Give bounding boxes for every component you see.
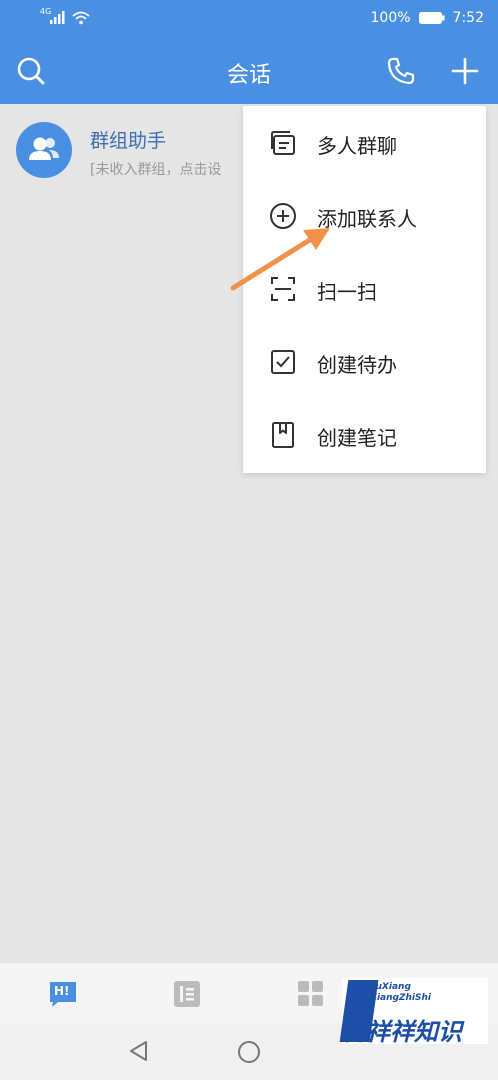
tab-apps[interactable] xyxy=(297,979,325,1013)
apps-grid-icon xyxy=(298,981,323,1006)
group-users-icon xyxy=(29,137,59,160)
menu-item-group-chat[interactable]: 多人群聊 xyxy=(243,106,486,179)
wifi-icon xyxy=(72,11,90,25)
menu-label-group-chat: 多人群聊 xyxy=(317,134,397,158)
watermark-chinese: 誉祥祥知识 xyxy=(342,1018,462,1046)
menu-label-create-todo: 创建待办 xyxy=(317,353,397,377)
menu-item-scan[interactable]: 扫一扫 xyxy=(243,252,486,325)
title-bar: 会话 xyxy=(0,38,498,104)
tab-contacts[interactable] xyxy=(173,979,201,1013)
watermark-logo: YuXiang XiangZhiShi 誉祥祥知识 xyxy=(339,978,488,1046)
phone-icon[interactable] xyxy=(386,56,416,90)
avatar xyxy=(16,122,72,178)
menu-label-create-note: 创建笔记 xyxy=(317,426,397,450)
add-icon[interactable] xyxy=(450,56,480,90)
tab-chat[interactable]: H! xyxy=(48,979,78,1009)
menu-item-create-note[interactable]: 创建笔记 xyxy=(243,398,486,471)
page-title: 会话 xyxy=(226,63,271,88)
status-left: 4G xyxy=(40,7,90,25)
chat-icon: H! xyxy=(48,979,78,1009)
add-circle-icon xyxy=(270,203,296,229)
menu-item-add-contact[interactable]: 添加联系人 xyxy=(243,179,486,252)
conversation-preview: [未收入群组，点击设 xyxy=(90,162,222,178)
battery-percent: 100% xyxy=(370,10,411,26)
document-list-icon xyxy=(174,981,200,1007)
menu-label-scan: 扫一扫 xyxy=(317,280,377,304)
menu-item-create-todo[interactable]: 创建待办 xyxy=(243,325,486,398)
add-menu: 多人群聊 添加联系人 扫一扫 创建待办 创建笔记 xyxy=(243,106,486,473)
watermark-latin-2: XiangZhiShi xyxy=(370,993,431,1003)
clock: 7:52 xyxy=(452,10,484,26)
scan-icon xyxy=(271,277,295,301)
conversation-title: 群组助手 xyxy=(90,130,167,152)
watermark-latin-1: YuXiang xyxy=(370,982,411,992)
group-chat-icon xyxy=(271,131,295,155)
bookmark-note-icon xyxy=(272,422,294,448)
chat-badge: H! xyxy=(54,984,70,998)
status-right: 100% 7:52 xyxy=(371,10,484,26)
checkbox-icon xyxy=(271,350,295,374)
watermark-latin: YuXiang XiangZhiShi xyxy=(370,982,431,1004)
menu-label-add-contact: 添加联系人 xyxy=(317,207,417,231)
status-bar: 4G 100% 7:52 xyxy=(0,0,498,38)
back-icon[interactable] xyxy=(128,1040,150,1066)
signal-icon: 4G xyxy=(40,7,66,25)
home-icon[interactable] xyxy=(237,1040,261,1068)
battery-icon xyxy=(418,12,445,24)
